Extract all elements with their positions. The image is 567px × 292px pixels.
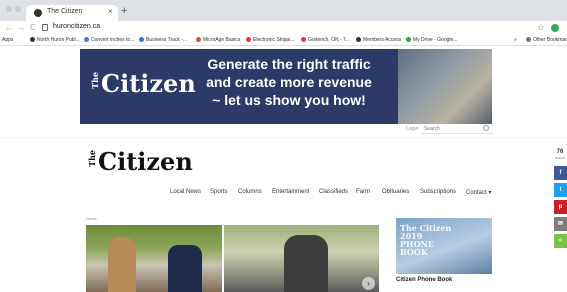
facebook-share-icon[interactable]: f [554,166,567,180]
ad-photo-laptop [398,49,492,124]
bookmark-icon [406,37,411,42]
bookmark-icon [196,37,201,42]
nav-item[interactable]: Columns [238,189,262,195]
phonebook-cover-image[interactable]: The Citizen 2019 PHONE BOOK [396,218,492,274]
bookmark-item[interactable]: » [514,37,517,43]
bookmark-item[interactable]: Other Bookmarks [526,37,567,43]
tab-close-icon[interactable]: × [108,7,113,16]
bookmark-item[interactable]: Electronic Shippi... [246,37,294,43]
profile-avatar[interactable] [551,24,559,32]
bookmark-icon [301,37,306,42]
bookmark-icon [30,37,35,42]
share-label: Shares [555,156,565,160]
slider-photo-left[interactable] [86,225,222,292]
bookmark-item[interactable]: My Drive - Google... [406,37,457,43]
bookmark-icon [84,37,89,42]
photo-person-woman [108,237,136,292]
bookmark-item[interactable]: Business Track -... [139,37,187,43]
share-count: 76 [556,149,564,155]
address-bar: ← → C huroncitizen.ca ☆ [0,21,567,35]
bookmark-icon [246,37,251,42]
ad-headline-1: Generate the right traffic [207,56,371,72]
bookmarks-bar: Apps North Huron Publ... Convert Inches to… [0,35,567,46]
phonebook-caption-link[interactable]: Citizen Phone Book [396,277,452,283]
email-share-icon[interactable]: ✉ [554,217,567,231]
web-page: TheCitizen Generate the right traffic an… [0,47,567,292]
url-field[interactable]: huroncitizen.ca [53,23,100,30]
search-input[interactable] [424,124,479,133]
nav-item[interactable]: Classifieds [319,189,348,195]
tab-the-citizen[interactable]: The Citizen × [26,5,118,21]
login-link[interactable]: Login [406,126,418,132]
advertisement-banner[interactable]: TheCitizen Generate the right traffic an… [80,49,492,124]
site-logo[interactable]: TheCitizen [87,147,193,176]
nav-item[interactable]: Local News [170,189,201,195]
reload-icon[interactable]: C [30,23,36,32]
nav-item[interactable]: Contact ▾ [466,189,491,196]
forward-icon[interactable]: → [17,23,25,32]
back-icon[interactable]: ← [5,23,13,32]
ad-headline-2: and create more revenue [206,74,372,90]
ad-logo: TheCitizen [90,69,196,98]
tab-title: The Citizen [47,8,83,15]
new-tab-button[interactable]: + [121,6,127,17]
bookmark-item[interactable]: Convert Inches to... [84,37,134,43]
slider-next-icon[interactable]: › [362,277,375,290]
lock-icon [42,24,48,31]
bookmark-item[interactable]: Apps [2,37,13,43]
search-icon[interactable] [483,125,489,131]
pinterest-share-icon[interactable]: p [554,200,567,214]
browser-tab-bar: The Citizen × + [0,0,567,21]
nav-item[interactable]: Entertainment [272,189,309,195]
twitter-share-icon[interactable]: t [554,183,567,197]
window-minimize-dot[interactable] [15,6,21,12]
phonebook-cover-text: The Citizen 2019 PHONE BOOK [400,223,452,257]
bookmark-item[interactable]: Members Access [356,37,401,43]
nav-item[interactable]: Farm [356,189,370,195]
bookmark-star-icon[interactable]: ☆ [537,22,545,33]
slider-photo-right[interactable]: › [224,225,379,292]
search-box [421,123,493,134]
photo-person-man-cap [284,235,328,292]
breadcrumb[interactable]: Home [86,216,97,221]
bookmark-item[interactable]: Goderich, ON - 7... [301,37,350,43]
window-close-dot[interactable] [6,6,12,12]
bookmark-item[interactable]: MicroAge Basics [196,37,240,43]
bookmark-icon [139,37,144,42]
bookmark-icon [356,37,361,42]
nav-item[interactable]: Subscriptions [420,189,456,195]
bookmark-item[interactable]: North Huron Publ... [30,37,80,43]
nav-item[interactable]: Obituaries [382,189,409,195]
ad-headline-3: ~ let us show you how! [212,92,366,108]
site-favicon-icon [34,9,42,17]
bookmark-icon [526,37,531,42]
nav-item[interactable]: Sports [210,189,227,195]
header-divider [0,137,567,138]
share-share-icon[interactable]: < [554,234,567,248]
photo-person-man [168,245,202,292]
